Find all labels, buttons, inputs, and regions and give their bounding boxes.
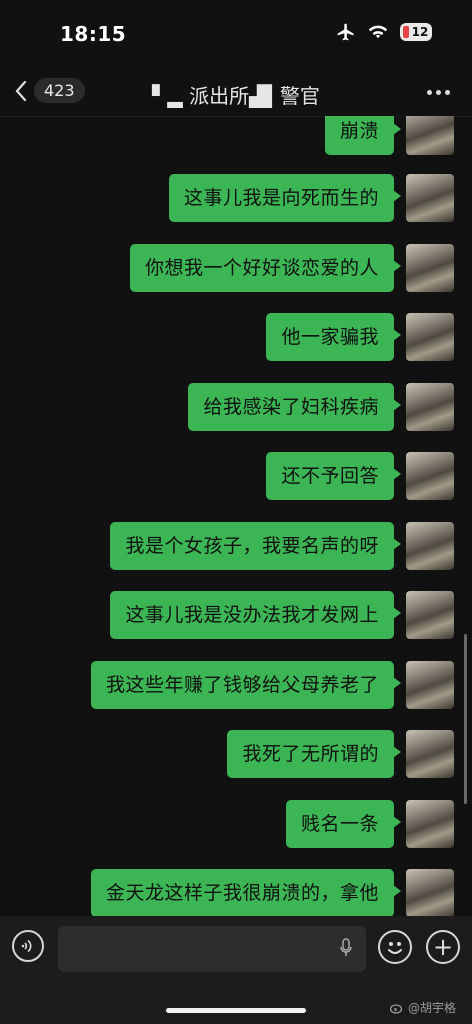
message-bubble[interactable]: 给我感染了妇科疾病 [188, 383, 401, 431]
message-bubble[interactable]: 这事儿我是向死而生的 [168, 174, 402, 222]
weibo-icon [389, 1003, 403, 1014]
message-row: 给我感染了妇科疾病 [188, 383, 454, 431]
message-row: 他一家骗我 [266, 313, 454, 361]
message-row: 金天龙这样子我很崩溃的，拿他 [90, 869, 454, 916]
scrollbar[interactable] [464, 634, 467, 804]
avatar[interactable] [406, 313, 454, 361]
message-bubble[interactable]: 我是个女孩子，我要名声的呀 [110, 522, 401, 570]
more-dot-icon [427, 90, 432, 95]
battery-level: 12 [411, 25, 429, 39]
avatar[interactable] [406, 452, 454, 500]
avatar[interactable] [406, 174, 454, 222]
watermark-text: @胡宇格 [407, 1001, 456, 1015]
voice-icon [21, 939, 32, 953]
message-bubble[interactable]: 我这些年赚了钱够给父母养老了 [90, 661, 402, 709]
message-row: 还不予回答 [266, 452, 454, 500]
chat-message-list[interactable]: 崩溃 这事儿我是向死而生的 你想我一个好好谈恋爱的人 他一家骗我 给我感染了妇科… [0, 116, 472, 916]
more-dot-icon [436, 90, 441, 95]
message-row: 这事儿我是没办法我才发网上 [110, 591, 454, 639]
message-row: 崩溃 [324, 116, 454, 155]
weibo-watermark: @胡宇格 [389, 999, 456, 1016]
message-input[interactable] [58, 926, 366, 972]
message-row: 你想我一个好好谈恋爱的人 [129, 244, 454, 292]
avatar[interactable] [406, 730, 454, 778]
avatar[interactable] [406, 116, 454, 155]
avatar[interactable] [406, 591, 454, 639]
avatar[interactable] [406, 244, 454, 292]
message-bubble[interactable]: 他一家骗我 [266, 313, 401, 361]
message-bubble[interactable]: 还不予回答 [266, 452, 401, 500]
status-time: 18:15 [60, 22, 127, 46]
emoji-button[interactable] [378, 930, 412, 964]
voice-input-button[interactable] [12, 930, 44, 962]
battery-indicator: 12 [400, 23, 432, 41]
wifi-icon [368, 25, 388, 39]
message-row: 我是个女孩子，我要名声的呀 [110, 522, 454, 570]
message-bubble[interactable]: 贱名一条 [285, 800, 402, 848]
chat-header: 423 ▘▂ 派出所▟▌警官 [0, 70, 472, 117]
avatar[interactable] [406, 800, 454, 848]
avatar[interactable] [406, 383, 454, 431]
message-row: 我这些年赚了钱够给父母养老了 [90, 661, 454, 709]
message-bubble[interactable]: 我死了无所谓的 [227, 730, 401, 778]
chat-title: ▘▂ 派出所▟▌警官 [152, 84, 320, 108]
message-bubble[interactable]: 你想我一个好好谈恋爱的人 [129, 244, 402, 292]
microphone-icon[interactable] [340, 938, 352, 958]
avatar[interactable] [406, 869, 454, 916]
message-row: 贱名一条 [285, 800, 454, 848]
more-functions-button[interactable]: + [426, 930, 460, 964]
message-bubble[interactable]: 金天龙这样子我很崩溃的，拿他 [90, 869, 402, 916]
plus-icon: + [432, 933, 454, 961]
message-row: 这事儿我是向死而生的 [168, 174, 454, 222]
message-bubble[interactable]: 这事儿我是没办法我才发网上 [110, 591, 401, 639]
avatar[interactable] [406, 661, 454, 709]
battery-low-icon [403, 26, 409, 38]
avatar[interactable] [406, 522, 454, 570]
status-bar: 18:15 12 [0, 0, 472, 70]
airplane-icon [337, 23, 354, 41]
more-options-button[interactable] [427, 90, 450, 95]
message-bubble[interactable]: 崩溃 [324, 116, 402, 155]
message-row: 我死了无所谓的 [227, 730, 454, 778]
home-indicator[interactable] [166, 1008, 306, 1013]
emoji-icon [388, 942, 402, 954]
more-dot-icon [445, 90, 450, 95]
status-icons: 12 [336, 22, 432, 42]
